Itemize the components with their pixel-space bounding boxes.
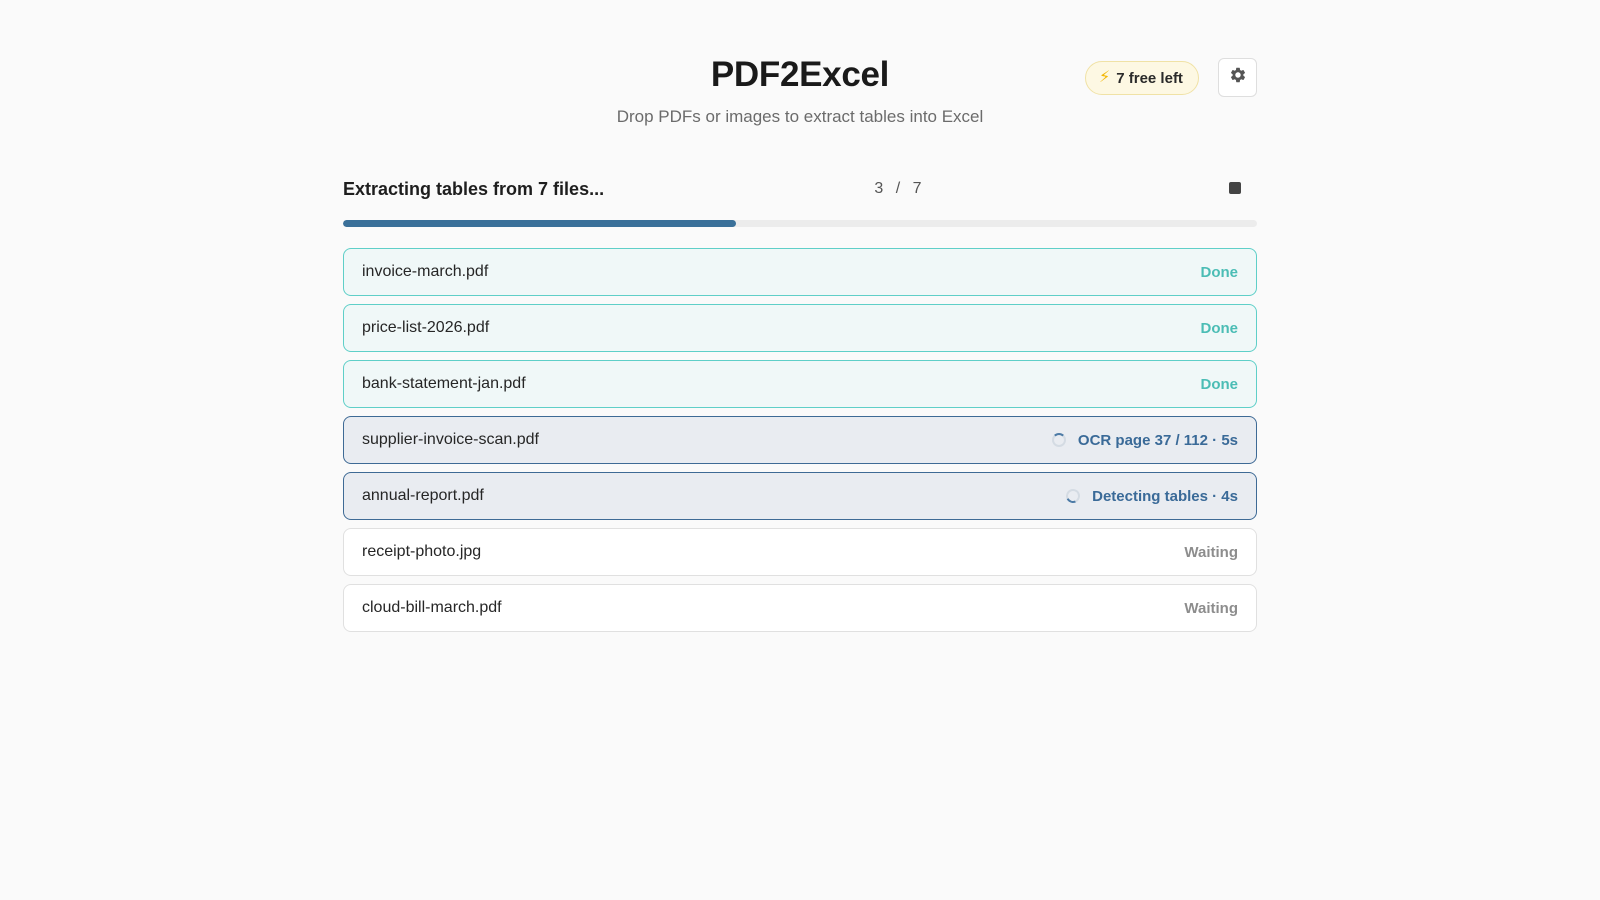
file-row[interactable]: bank-statement-jan.pdf Done [343, 360, 1257, 408]
file-status: Waiting [1184, 600, 1238, 617]
file-name: supplier-invoice-scan.pdf [362, 431, 539, 448]
file-status: Done [1201, 320, 1239, 337]
file-row[interactable]: supplier-invoice-scan.pdf OCR page 37 / … [343, 416, 1257, 464]
file-row[interactable]: receipt-photo.jpg Waiting [343, 528, 1257, 576]
progress-count: 3 / 7 [874, 180, 922, 197]
bolt-icon: ⚡ [1099, 69, 1111, 86]
gear-icon [1229, 66, 1247, 89]
file-status-label: Done [1200, 375, 1239, 393]
app-subtitle: Drop PDFs or images to extract tables in… [616, 107, 984, 126]
progress-label: Extracting tables from 7 files... [343, 179, 605, 199]
free-credits-label: 7 free left [1116, 69, 1183, 87]
file-row[interactable]: invoice-march.pdf Done [343, 248, 1257, 296]
file-name: cloud-bill-march.pdf [362, 599, 502, 616]
file-status: Done [1201, 376, 1239, 393]
file-status-label: Done [1200, 319, 1239, 337]
file-name: annual-report.pdf [362, 487, 484, 504]
file-status-label: Waiting [1184, 543, 1238, 561]
file-name: invoice-march.pdf [362, 263, 489, 280]
file-list: invoice-march.pdf Done price-list-2026.p… [343, 248, 1257, 640]
spinner-icon [1051, 433, 1066, 447]
free-credits-badge[interactable]: ⚡ 7 free left [1085, 61, 1199, 95]
file-row[interactable]: price-list-2026.pdf Done [343, 304, 1257, 352]
spinner-icon [1064, 487, 1083, 505]
stop-icon [1229, 182, 1241, 194]
file-status: OCR page 37 / 112 · 5s [1051, 431, 1238, 449]
file-status-label: Waiting [1184, 599, 1238, 617]
file-status-label: OCR page 37 / 112 · 5s [1077, 431, 1238, 449]
file-name: receipt-photo.jpg [362, 543, 482, 560]
file-name: price-list-2026.pdf [362, 319, 490, 336]
file-status: Waiting [1184, 544, 1238, 561]
file-row[interactable]: cloud-bill-march.pdf Waiting [343, 584, 1257, 632]
settings-button[interactable] [1218, 58, 1257, 97]
file-status: Detecting tables · 4s [1064, 487, 1238, 505]
file-row[interactable]: annual-report.pdf Detecting tables · 4s [343, 472, 1257, 520]
file-status-label: Detecting tables · 4s [1092, 487, 1238, 505]
app-header: PDF2Excel Drop PDFs or images to extract… [0, 0, 1600, 140]
file-status-label: Done [1200, 263, 1239, 281]
progress-bar [343, 220, 1257, 227]
app-title: PDF2Excel [710, 55, 890, 94]
file-name: bank-statement-jan.pdf [362, 375, 526, 392]
progress-bar-fill [343, 220, 737, 227]
file-status: Done [1201, 264, 1239, 281]
stop-button[interactable] [1221, 174, 1249, 202]
